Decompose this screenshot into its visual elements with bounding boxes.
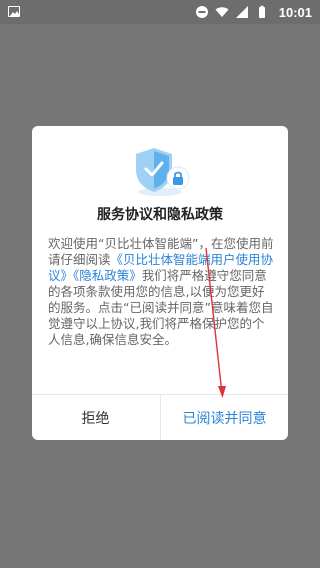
reject-button[interactable]: 拒绝 [32,395,159,440]
wifi-icon [215,7,229,17]
signal-icon [235,6,248,18]
status-time: 10:01 [278,4,312,20]
status-bar: 10:01 [0,0,320,24]
battery-icon [258,5,265,18]
privacy-policy-link[interactable]: 《隐私政策》 [73,268,142,283]
dialog-body: 欢迎使用“贝比壮体智能端”，在您使用前请仔细阅读《贝比壮体智能端用户使用协议》《… [48,236,274,348]
shield-lock-icon [132,142,192,198]
dnd-icon [195,6,208,18]
privacy-dialog: 服务协议和隐私政策 欢迎使用“贝比壮体智能端”，在您使用前请仔细阅读《贝比壮体智… [32,126,288,440]
dialog-title: 服务协议和隐私政策 [97,207,223,223]
accept-button[interactable]: 已阅读并同意 [161,395,288,440]
status-icons: 10:01 [195,0,312,24]
gallery-icon [8,6,20,17]
